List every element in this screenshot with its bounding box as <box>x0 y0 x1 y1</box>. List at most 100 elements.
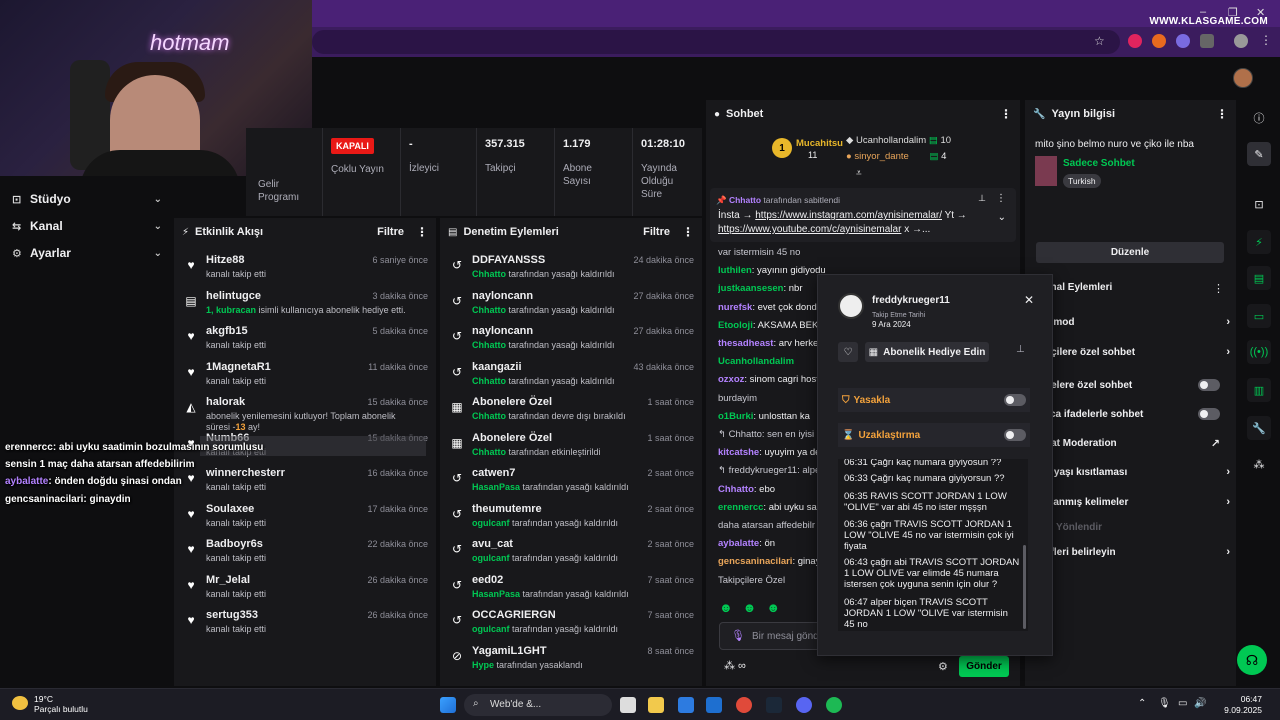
category-link[interactable]: Sadece Sohbet <box>1063 158 1135 169</box>
layout-icon[interactable]: ▥ <box>1247 378 1271 402</box>
wrench-icon[interactable]: 🔧 <box>1247 416 1271 440</box>
toggle-switch[interactable] <box>1198 379 1220 391</box>
moderation-item[interactable]: ↺ theumutemre ogulcanf tarafından yasağı k… <box>448 501 694 535</box>
weather-widget[interactable]: 19°C Parçalı bulutlu <box>12 694 88 714</box>
chat-username[interactable]: o1Burki <box>718 411 753 422</box>
moderated-target[interactable]: DDFAYANSSS <box>472 254 545 266</box>
activity-item[interactable]: ♥ Mr_Jelal kanalı takip etti 26 dakika önce <box>182 572 428 606</box>
moderation-item[interactable]: ↺ nayloncann Chhatto tarafından yasağı kal… <box>448 323 694 357</box>
chevron-down-icon[interactable]: ⌄ <box>998 212 1006 223</box>
activity-item[interactable]: ◭ halorak abonelik yenilemesini kutluyor! … <box>182 394 428 432</box>
moderator-name[interactable]: Chhatto <box>472 305 506 315</box>
spotify-icon[interactable] <box>826 697 842 713</box>
activity-item[interactable]: ♥ akgfb15 kanalı takip etti 5 dakika önce <box>182 323 428 357</box>
moderator-name[interactable]: ogulcanf <box>472 624 510 634</box>
activity-item[interactable]: ▤ helintugce 1, kubracan isimli kullanıcıy… <box>182 288 428 322</box>
youtube-link[interactable]: https://www.youtube.com/c/aynisinemalar <box>718 224 901 235</box>
more-vertical-icon[interactable]: ⋮ <box>1000 107 1012 121</box>
dots-icon[interactable]: ⁂ <box>1247 452 1271 476</box>
chrome-icon[interactable] <box>736 697 752 713</box>
broadcast-icon[interactable]: ((•)) <box>1247 340 1271 364</box>
moderated-target[interactable]: catwen7 <box>472 467 515 479</box>
moderated-target[interactable]: theumutemre <box>472 503 542 515</box>
steam-icon[interactable] <box>766 697 782 713</box>
scrollbar[interactable] <box>1023 545 1026 629</box>
chat-username[interactable]: gencsaninacilari <box>718 556 792 567</box>
user-name[interactable]: akgfb15 <box>206 325 248 337</box>
channel-action-item[interactable]: klanmış kelimeler › <box>1045 493 1230 511</box>
chat-username[interactable]: justkaansesen <box>718 283 783 294</box>
activity-item[interactable]: ♥ Soulaxee kanalı takip etti 17 dakika önce <box>182 501 428 535</box>
user-name[interactable]: Mr_Jelal <box>206 574 250 586</box>
channel-action-item[interactable]: ci Yönlendir <box>1045 518 1230 536</box>
channel-action-item[interactable]: efleri belirleyin › <box>1045 543 1230 561</box>
user-name[interactable]: sertug353 <box>206 609 258 621</box>
gift-sub-button[interactable]: ▦ Abonelik Hediye Edin <box>865 342 989 362</box>
activity-item[interactable]: ♥ Badboyr6s kanalı takip etti 22 dakika önc… <box>182 536 428 570</box>
moderated-target[interactable]: OCCAGRIERGN <box>472 609 556 621</box>
moderated-target[interactable]: avu_cat <box>472 538 513 550</box>
instagram-link[interactable]: https://www.instagram.com/aynisinemalar/ <box>755 210 942 221</box>
user-name[interactable]: 1MagnetaR1 <box>206 361 271 373</box>
moderation-item[interactable]: ▦ Abonelere Özel Chhatto tarafından devre … <box>448 394 694 428</box>
activity-item[interactable]: ♥ 1MagnetaR1 kanalı takip etti 11 dakika ön… <box>182 359 428 393</box>
close-icon[interactable]: ✕ <box>1024 293 1034 307</box>
channel-action-item[interactable]: hat Moderation ↗ <box>1045 434 1230 452</box>
moderator-name[interactable]: Chhatto <box>472 411 506 421</box>
infinity-icon[interactable]: ⁂ ∞ <box>724 659 746 672</box>
chevron-up-icon[interactable]: ⌃ <box>1138 698 1146 709</box>
chat-username[interactable]: ozxoz <box>718 374 744 385</box>
moderated-target[interactable]: Abonelere Özel <box>472 396 552 408</box>
channel-action-item[interactable]: pçilere özel sohbet › <box>1045 343 1230 361</box>
doc-icon[interactable]: ▤ <box>1247 266 1271 290</box>
nav-settings[interactable]: ⚙ Ayarlar ⌄ <box>12 242 162 264</box>
more-vertical-icon[interactable]: ⋮ <box>1213 282 1224 295</box>
moderator-name[interactable]: Chhatto <box>472 447 506 457</box>
taskbar-search[interactable]: ⌕ Web'de &... <box>464 694 612 716</box>
moderator-name[interactable]: ogulcanf <box>472 553 510 563</box>
ban-toggle[interactable] <box>1004 394 1026 406</box>
mic-icon[interactable]: 🎙 <box>1158 698 1171 709</box>
moderation-item[interactable]: ⊘ YagamiL1GHT Hype tarafından yasaklandı 8 … <box>448 643 694 677</box>
moderation-item[interactable]: ↺ kaangazii Chhatto tarafından yasağı kald… <box>448 359 694 393</box>
moderation-item[interactable]: ↺ OCCAGRIERGN ogulcanf tarafından yasağı k… <box>448 607 694 641</box>
bolt-icon[interactable]: ⚡ <box>1247 230 1271 254</box>
activity-item[interactable]: ♥ Hitze88 kanalı takip etti 6 saniye önce <box>182 252 428 286</box>
pencil-icon[interactable]: ✎ <box>1247 142 1271 166</box>
user-name[interactable]: halorak <box>206 396 245 408</box>
network-icon[interactable]: ▭ <box>1178 698 1187 709</box>
extension-icon[interactable] <box>1152 34 1166 48</box>
mic-icon[interactable]: 🎙 <box>731 629 745 642</box>
moderator-name[interactable]: Hype <box>472 660 494 670</box>
outlook-icon[interactable] <box>706 697 722 713</box>
more-vertical-icon[interactable]: ⋮ <box>1216 107 1228 121</box>
focus-icon[interactable]: ⊡ <box>1247 192 1271 216</box>
store-icon[interactable] <box>678 697 694 713</box>
emote-row[interactable]: ☻☻☻ <box>719 600 819 616</box>
follow-heart-icon[interactable]: ♡ <box>838 342 858 362</box>
taskbar-clock[interactable]: 06:47 9.09.2025 <box>1224 694 1262 716</box>
chat-username[interactable]: luthilen <box>718 265 752 276</box>
headset-icon[interactable]: ☊ <box>1237 645 1267 675</box>
activity-item[interactable]: ♥ sertug353 kanalı takip etti 26 dakika önc… <box>182 607 428 641</box>
volume-icon[interactable]: 🔊 <box>1194 698 1206 709</box>
maximize-icon[interactable]: ❐ <box>1228 6 1238 19</box>
moderator-name[interactable]: Chhatto <box>472 376 506 386</box>
chat-username[interactable]: Ucanhollandalim <box>718 356 794 367</box>
activity-item[interactable]: ♥ winnerchesterr kanalı takip etti 16 dakik… <box>182 465 428 499</box>
chat-username[interactable]: aybalatte <box>718 538 759 549</box>
moderation-item[interactable]: ↺ catwen7 HasanPasa tarafından yasağı kald… <box>448 465 694 499</box>
pin-icon[interactable]: ⊥ <box>1016 344 1025 355</box>
filter-button[interactable]: Filtre <box>643 226 670 238</box>
more-vertical-icon[interactable]: ⋮ <box>996 193 1006 204</box>
task-view-icon[interactable] <box>620 697 636 713</box>
toggle-switch[interactable] <box>1198 408 1220 420</box>
star-icon[interactable]: ☆ <box>1094 34 1105 48</box>
file-explorer-icon[interactable] <box>648 697 664 713</box>
chat-username[interactable]: nurefsk <box>718 302 752 313</box>
nav-channel[interactable]: ⇆ Kanal ⌄ <box>12 215 162 237</box>
moderated-target[interactable]: nayloncann <box>472 290 533 302</box>
user-name[interactable]: Hitze88 <box>206 254 245 266</box>
moderated-target[interactable]: Abonelere Özel <box>472 432 552 444</box>
moderated-target[interactable]: eed02 <box>472 574 503 586</box>
